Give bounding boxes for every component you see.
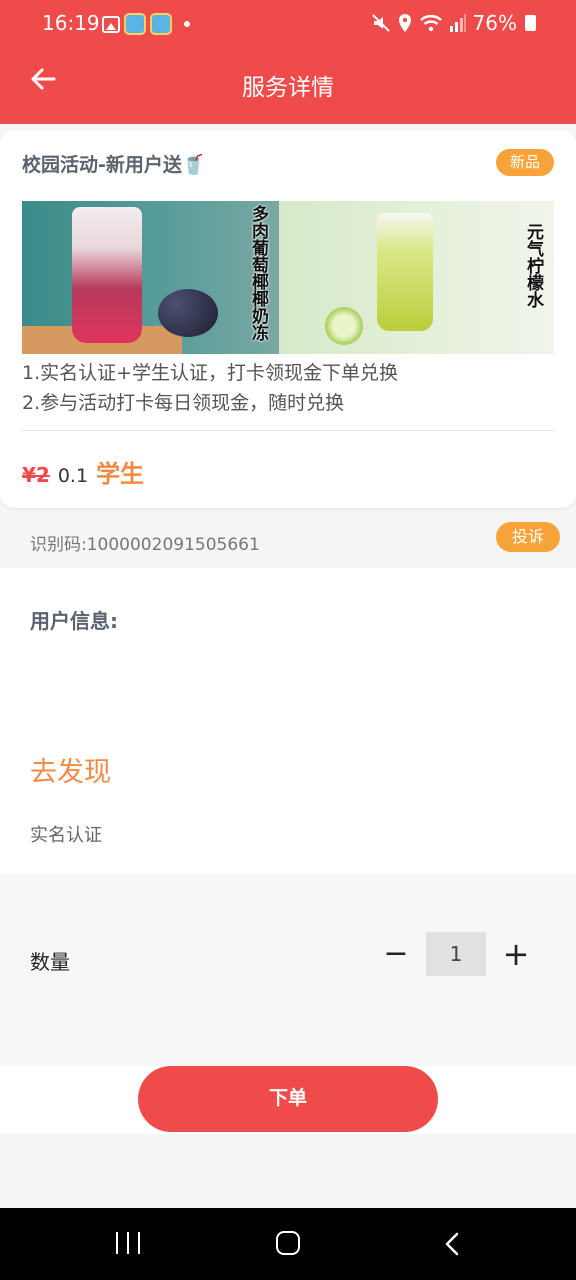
wifi-icon: [419, 15, 442, 32]
lime-slice-shape: [325, 307, 363, 345]
banner-image-lemon-drink: 元气柠檬水: [279, 201, 554, 354]
grape-cup-shape: [72, 207, 142, 343]
original-price: ¥2: [22, 463, 50, 487]
recents-icon[interactable]: [116, 1232, 140, 1254]
banner-left-label: 多肉葡萄椰椰奶冻: [248, 205, 268, 341]
decrease-quantity-button[interactable]: −: [380, 936, 412, 972]
price-tag-student: 学生: [96, 460, 145, 488]
battery-icon: [525, 15, 536, 31]
lemon-cup-shape: [377, 213, 433, 331]
place-order-button[interactable]: 下单: [138, 1066, 438, 1132]
quantity-section: 数量 − 1 +: [0, 874, 576, 1066]
complain-button[interactable]: 投诉: [496, 522, 560, 552]
user-info-label: 用户信息:: [30, 609, 118, 633]
grapes-shape: [158, 289, 218, 337]
banner-right-label: 元气柠檬水: [523, 223, 543, 308]
divider: [22, 430, 554, 431]
status-bar: 16:19 76%: [0, 0, 576, 46]
status-left-icons: [102, 13, 190, 35]
home-icon[interactable]: [276, 1231, 300, 1255]
identification-row: 识别码:1000002091505661 投诉: [0, 514, 576, 566]
price-row: ¥2 0.1 学生: [22, 454, 144, 489]
quantity-input[interactable]: 1: [426, 932, 486, 976]
system-back-icon[interactable]: [444, 1232, 460, 1256]
dot-icon: [184, 21, 190, 27]
page-title: 服务详情: [242, 75, 334, 101]
app-icon: [150, 13, 172, 35]
quantity-label: 数量: [30, 950, 70, 974]
product-banner: 多肉葡萄椰椰奶冻 元气柠檬水: [22, 201, 554, 354]
product-card: 校园活动-新用户送🥤 新品 多肉葡萄椰椰奶冻 元气柠檬水 1.实名认证+学生认证…: [0, 130, 576, 508]
discover-link[interactable]: 去发现: [30, 750, 111, 789]
desc-line-2: 2.参与活动打卡每日领现金，随时兑换: [22, 392, 345, 414]
battery-percent: 76%: [472, 11, 517, 35]
banner-image-grape-drink: 多肉葡萄椰椰奶冻: [22, 201, 279, 354]
order-bar: 下单: [0, 1066, 576, 1134]
signal-icon: [449, 14, 466, 32]
product-description: 1.实名认证+学生认证，打卡领现金下单兑换 2.参与活动打卡每日领现金，随时兑换: [22, 358, 398, 418]
user-info-section: 用户信息: 去发现 实名认证: [0, 568, 576, 874]
product-title: 校园活动-新用户送🥤: [22, 154, 206, 176]
identification-code: 识别码:1000002091505661: [30, 535, 260, 555]
image-icon: [102, 15, 120, 33]
location-icon: [398, 14, 411, 32]
current-price: 0.1: [57, 465, 89, 487]
status-time: 16:19: [42, 11, 100, 35]
mute-icon: [371, 14, 390, 32]
system-nav-bar: [0, 1208, 576, 1280]
app-icon: [124, 13, 146, 35]
new-badge: 新品: [496, 149, 554, 176]
header-bar: 服务详情: [0, 46, 576, 124]
status-right-icons: 76%: [371, 11, 536, 35]
desc-line-1: 1.实名认证+学生认证，打卡领现金下单兑换: [22, 362, 399, 384]
increase-quantity-button[interactable]: +: [498, 936, 534, 972]
real-name-auth-link[interactable]: 实名认证: [30, 821, 102, 847]
